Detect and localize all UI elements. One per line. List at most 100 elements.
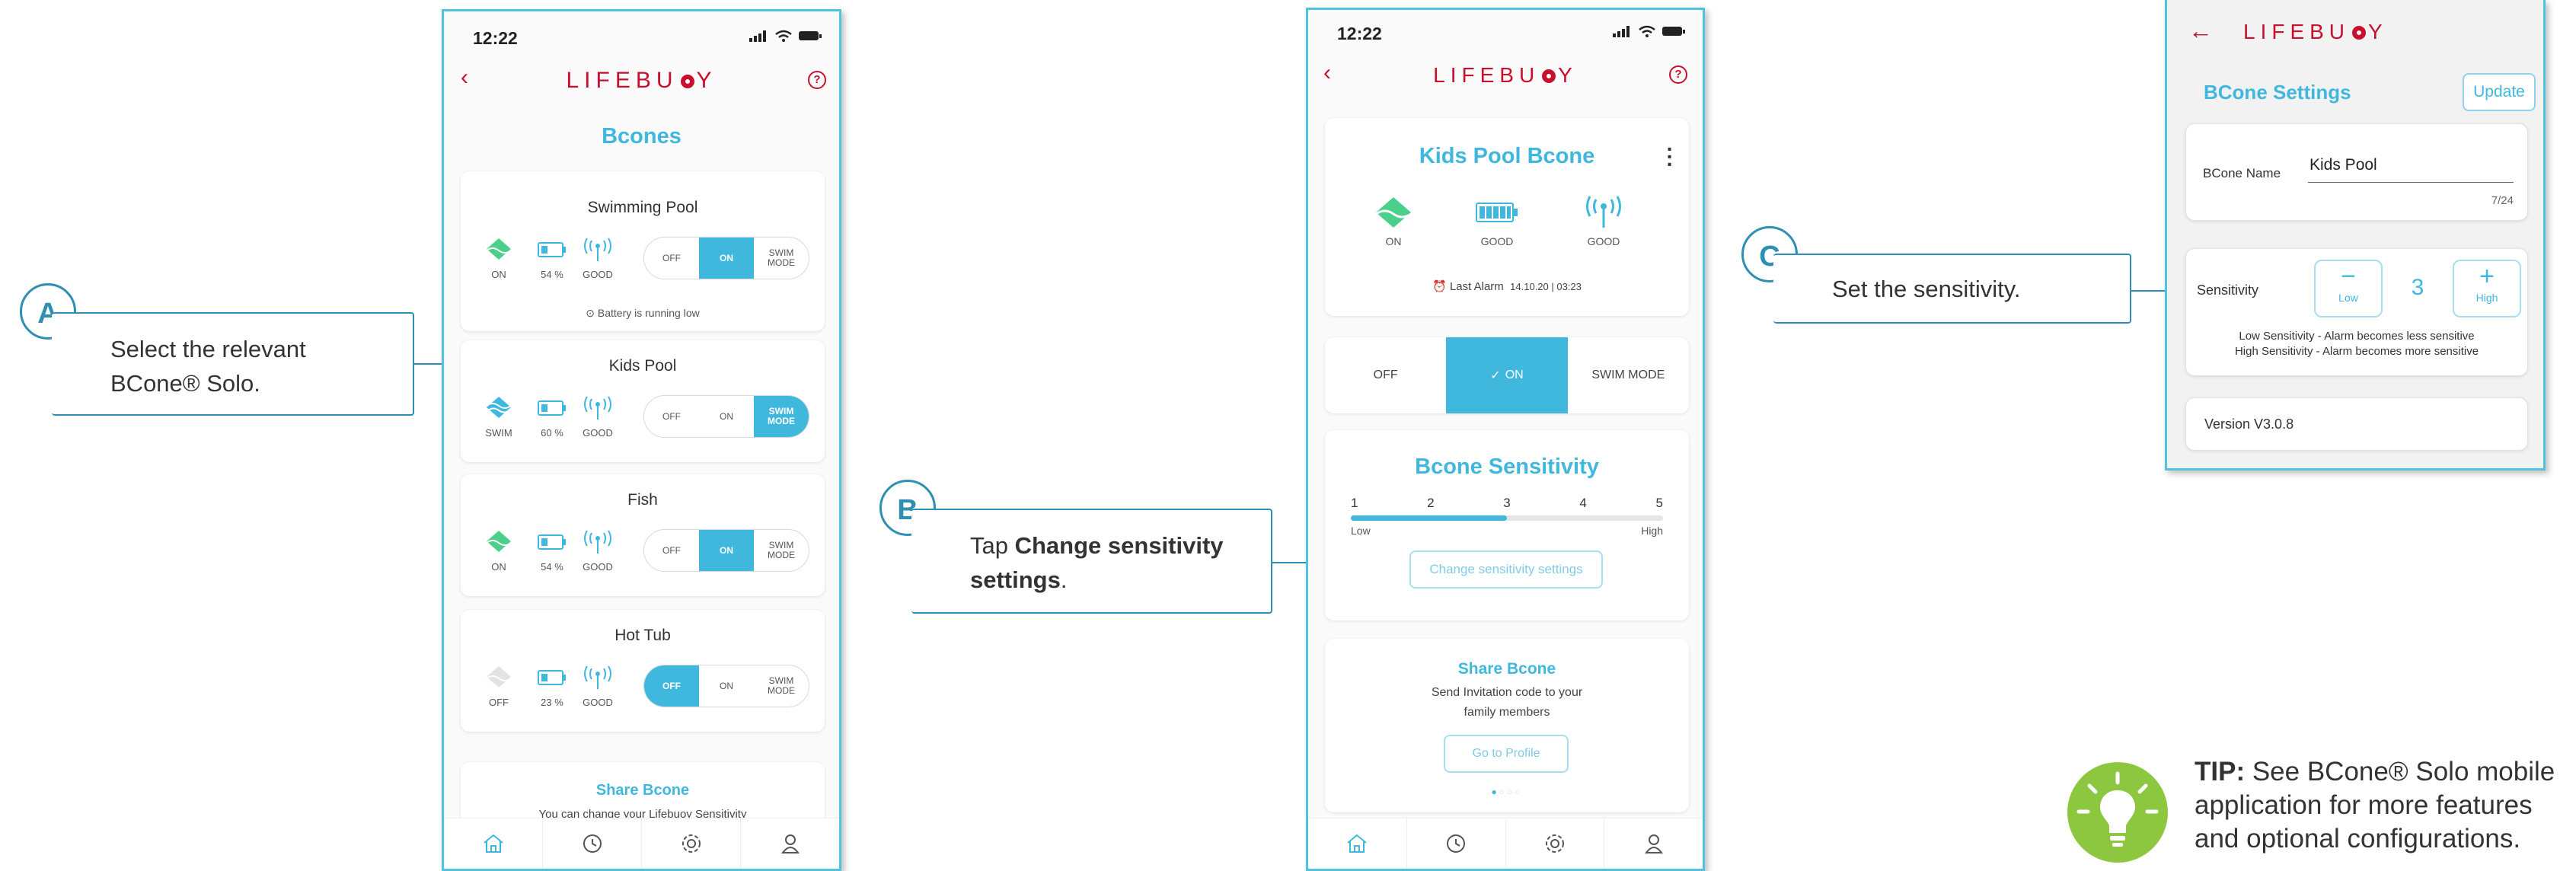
lightbulb-icon bbox=[2067, 762, 2168, 863]
mode-swim[interactable]: SWIM MODE bbox=[754, 665, 809, 707]
alarm-clock-icon: ⏰ bbox=[1432, 280, 1447, 293]
mode-swim[interactable]: SWIM MODE bbox=[754, 530, 809, 571]
nav-profile[interactable] bbox=[741, 818, 839, 869]
battery-level-icon bbox=[538, 400, 566, 416]
device-signal: GOOD bbox=[575, 665, 621, 708]
device-state: SWIM bbox=[476, 395, 522, 439]
nav-history[interactable] bbox=[543, 818, 642, 869]
mode-swim[interactable]: SWIM MODE bbox=[754, 396, 809, 437]
device-signal: GOOD bbox=[575, 529, 621, 573]
more-options-icon[interactable]: · · · bbox=[1667, 139, 1674, 175]
bcone-state: ON bbox=[1371, 196, 1416, 247]
bcone-name-value: Kids Pool bbox=[2309, 156, 2377, 174]
callout-b: Tap Change sensitivity settings. bbox=[911, 509, 1272, 614]
device-state: ON bbox=[476, 529, 522, 573]
logo-ring-icon bbox=[680, 75, 694, 88]
share-text-1: Send Invitation code to your bbox=[1431, 686, 1583, 699]
nav-settings[interactable] bbox=[642, 818, 741, 869]
nav-profile[interactable] bbox=[1604, 818, 1703, 869]
battery-warning: ⊙ Battery is running low bbox=[586, 307, 700, 319]
tip-text: TIP: See BCone® Solo mobile application … bbox=[2195, 755, 2555, 856]
wifi-icon bbox=[775, 30, 792, 42]
sensitivity-high: High bbox=[1641, 525, 1663, 537]
tip-line-2: application for more features bbox=[2195, 790, 2533, 820]
pool-on-icon bbox=[486, 531, 512, 552]
device-state: OFF bbox=[476, 665, 522, 708]
sensitivity-label: Sensitivity bbox=[2197, 282, 2259, 298]
level-2: 2 bbox=[1427, 496, 1435, 510]
device-battery: 60 % bbox=[529, 395, 575, 439]
mode-card: OFF ✓ ON SWIM MODE bbox=[1325, 337, 1689, 413]
device-card-hot-tub[interactable]: Hot Tub OFF 23 % GOOD OFF ON SWIM MODE bbox=[461, 610, 825, 732]
home-icon bbox=[1347, 834, 1368, 853]
go-to-profile-button[interactable]: Go to Profile bbox=[1444, 735, 1569, 773]
sensitivity-increase-button[interactable]: + High bbox=[2453, 260, 2521, 317]
mode-off[interactable]: OFF bbox=[644, 665, 699, 707]
logo-ring-icon bbox=[2352, 26, 2367, 40]
change-sensitivity-button[interactable]: Change sensitivity settings bbox=[1409, 550, 1603, 589]
check-icon: ✓ bbox=[1490, 369, 1501, 382]
bcone-name-input[interactable]: Kids Pool bbox=[2308, 150, 2514, 183]
signal-icon bbox=[1586, 196, 1621, 228]
mode-toggle: OFF ON SWIM MODE bbox=[643, 529, 809, 572]
device-card-fish[interactable]: Fish ON 54 % GOOD OFF ON SWIM MODE bbox=[461, 474, 825, 596]
share-text-2: family members bbox=[1464, 706, 1550, 719]
level-5: 5 bbox=[1655, 496, 1663, 510]
battery-level-icon bbox=[538, 670, 566, 685]
mode-off[interactable]: OFF bbox=[644, 238, 699, 279]
mode-swim[interactable]: SWIM MODE bbox=[1568, 337, 1689, 413]
battery-full-icon bbox=[1476, 203, 1518, 222]
nav-home[interactable] bbox=[444, 818, 543, 869]
device-card-swimming-pool[interactable]: Swimming Pool ON 54 % GOOD OFF ON SWIM MO… bbox=[461, 171, 825, 331]
nav-history[interactable] bbox=[1407, 818, 1506, 869]
share-title: Share Bcone bbox=[595, 782, 690, 799]
signal-icon bbox=[584, 530, 611, 554]
help-icon[interactable]: ? bbox=[808, 71, 826, 89]
sensitivity-decrease-button[interactable]: − Low bbox=[2314, 260, 2383, 317]
history-icon bbox=[1447, 834, 1466, 853]
mode-off[interactable]: OFF bbox=[1325, 337, 1446, 413]
mode-on[interactable]: ✓ ON bbox=[1446, 337, 1568, 413]
gear-icon bbox=[1545, 834, 1564, 853]
mode-off[interactable]: OFF bbox=[644, 530, 699, 571]
device-name: Kids Pool bbox=[608, 357, 677, 375]
pool-on-icon bbox=[486, 238, 512, 260]
lifebuoy-logo: LIFEBU Y bbox=[2243, 20, 2388, 44]
mode-toggle: OFF ON SWIM MODE bbox=[643, 395, 809, 438]
bcone-info-card: Kids Pool Bcone · · · ON GOOD GOOD ⏰ Last … bbox=[1325, 118, 1689, 316]
bcone-name-card: BCone Name Kids Pool 7/24 bbox=[2185, 123, 2528, 221]
cellular-icon bbox=[749, 30, 766, 42]
gear-icon bbox=[682, 834, 701, 853]
device-signal: GOOD bbox=[575, 395, 621, 439]
device-signal: GOOD bbox=[575, 237, 621, 280]
signal-icon bbox=[584, 238, 611, 261]
sensitivity-levels: 1 2 3 4 5 bbox=[1351, 496, 1663, 511]
help-icon[interactable]: ? bbox=[1669, 65, 1687, 84]
signal-icon bbox=[584, 665, 611, 689]
back-arrow-icon[interactable]: ← bbox=[2188, 17, 2213, 45]
update-button[interactable]: Update bbox=[2463, 73, 2536, 111]
status-bar: 12:22 bbox=[1308, 10, 1703, 63]
callout-b-line2: settings. bbox=[970, 566, 1068, 593]
device-card-kids-pool[interactable]: Kids Pool SWIM 60 % GOOD OFF ON SWIM MODE bbox=[461, 340, 825, 462]
alert-icon: ⊙ bbox=[586, 307, 595, 319]
sensitivity-card: Bcone Sensitivity 1 2 3 4 5 Low High Cha… bbox=[1325, 430, 1689, 621]
mode-on[interactable]: ON bbox=[699, 396, 754, 437]
bcone-name-counter: 7/24 bbox=[2491, 194, 2514, 207]
version-card: Version V3.0.8 bbox=[2185, 397, 2528, 451]
logo-text-post: Y bbox=[2368, 20, 2388, 43]
user-icon bbox=[780, 834, 800, 853]
level-3: 3 bbox=[1503, 496, 1511, 510]
mode-swim[interactable]: SWIM MODE bbox=[754, 238, 809, 279]
nav-settings[interactable] bbox=[1506, 818, 1605, 869]
mode-on[interactable]: ON bbox=[699, 530, 754, 571]
device-battery: 23 % bbox=[529, 665, 575, 708]
mode-on[interactable]: ON bbox=[699, 238, 754, 279]
mode-on[interactable]: ON bbox=[699, 665, 754, 707]
callout-a: Select the relevant BCone® Solo. bbox=[52, 312, 414, 416]
mode-toggle: OFF ON SWIM MODE bbox=[643, 665, 809, 707]
high-label: High bbox=[2475, 292, 2498, 304]
mode-off[interactable]: OFF bbox=[644, 396, 699, 437]
nav-home[interactable] bbox=[1308, 818, 1407, 869]
high-sensitivity-desc: High Sensitivity - Alarm becomes more se… bbox=[2234, 345, 2479, 358]
